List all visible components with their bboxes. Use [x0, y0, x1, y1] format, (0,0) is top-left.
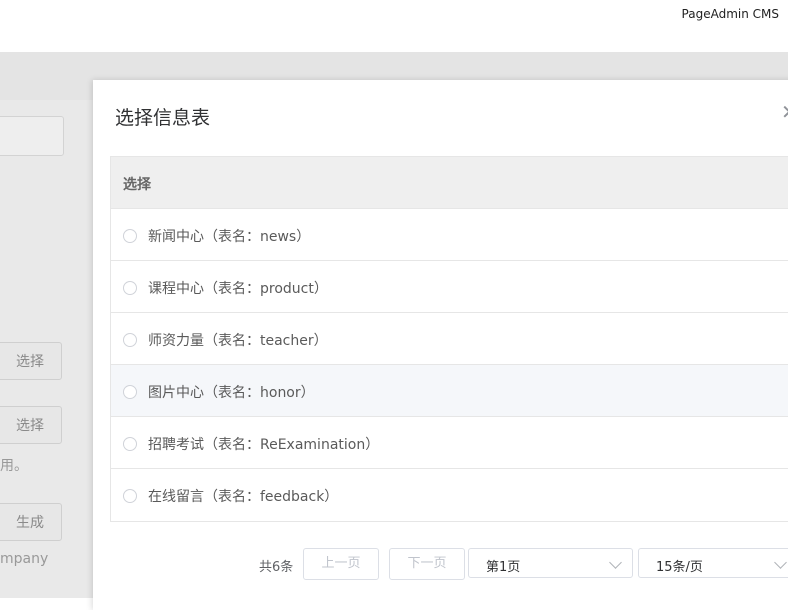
- close-icon[interactable]: ✕: [781, 102, 788, 122]
- row-label: 在线留言（表名：feedback）: [148, 489, 339, 505]
- background-company-text: mpany: [0, 551, 49, 567]
- radio-button[interactable]: [123, 385, 137, 399]
- page-size-value: 15条/页: [656, 560, 703, 575]
- radio-button[interactable]: [123, 437, 137, 451]
- row-label: 师资力量（表名：teacher）: [148, 333, 328, 349]
- table-row[interactable]: 在线留言（表名：feedback）: [111, 469, 788, 521]
- background-select-button-2: 选择: [0, 406, 62, 444]
- column-header-select: 选择: [123, 177, 151, 193]
- table-row[interactable]: 招聘考试（表名：ReExamination）: [111, 417, 788, 469]
- table-row[interactable]: 师资力量（表名：teacher）: [111, 313, 788, 365]
- page-select-value: 第1页: [486, 560, 521, 575]
- chevron-down-icon: [609, 556, 622, 569]
- radio-button[interactable]: [123, 281, 137, 295]
- radio-button[interactable]: [123, 229, 137, 243]
- top-bar: PageAdmin CMS: [0, 0, 788, 52]
- background-generate-button: 生成: [0, 503, 62, 541]
- table-row[interactable]: 新闻中心（表名：news）: [111, 209, 788, 261]
- row-label: 招聘考试（表名：ReExamination）: [148, 437, 380, 453]
- radio-button[interactable]: [123, 489, 137, 503]
- table-row[interactable]: 课程中心（表名：product）: [111, 261, 788, 313]
- row-label: 课程中心（表名：product）: [148, 281, 328, 297]
- page-size-select[interactable]: 15条/页: [638, 548, 788, 578]
- row-label: 图片中心（表名：honor）: [148, 385, 315, 401]
- page-select[interactable]: 第1页: [468, 548, 633, 578]
- table-header: 选择: [111, 157, 788, 209]
- total-count: 共6条: [259, 560, 294, 575]
- next-page-button[interactable]: 下一页: [389, 548, 465, 580]
- brand-label: PageAdmin CMS: [681, 7, 779, 21]
- chevron-down-icon: [774, 556, 787, 569]
- info-table: 选择 新闻中心（表名：news） 课程中心（表名：product） 师资力量（表…: [110, 156, 788, 522]
- select-table-dialog: 选择信息表 ✕ 选择 新闻中心（表名：news） 课程中心（表名：product…: [93, 80, 788, 610]
- row-label: 新闻中心（表名：news）: [148, 229, 311, 245]
- prev-page-button[interactable]: 上一页: [303, 548, 379, 580]
- radio-button[interactable]: [123, 333, 137, 347]
- dialog-title: 选择信息表: [115, 107, 211, 129]
- background-input: [0, 116, 64, 156]
- background-hint-text: 用。: [0, 458, 28, 474]
- table-row[interactable]: 图片中心（表名：honor）: [111, 365, 788, 417]
- background-select-button-1: 选择: [0, 342, 62, 380]
- pagination: 共6条 上一页 下一页 第1页 15条/页: [93, 548, 788, 580]
